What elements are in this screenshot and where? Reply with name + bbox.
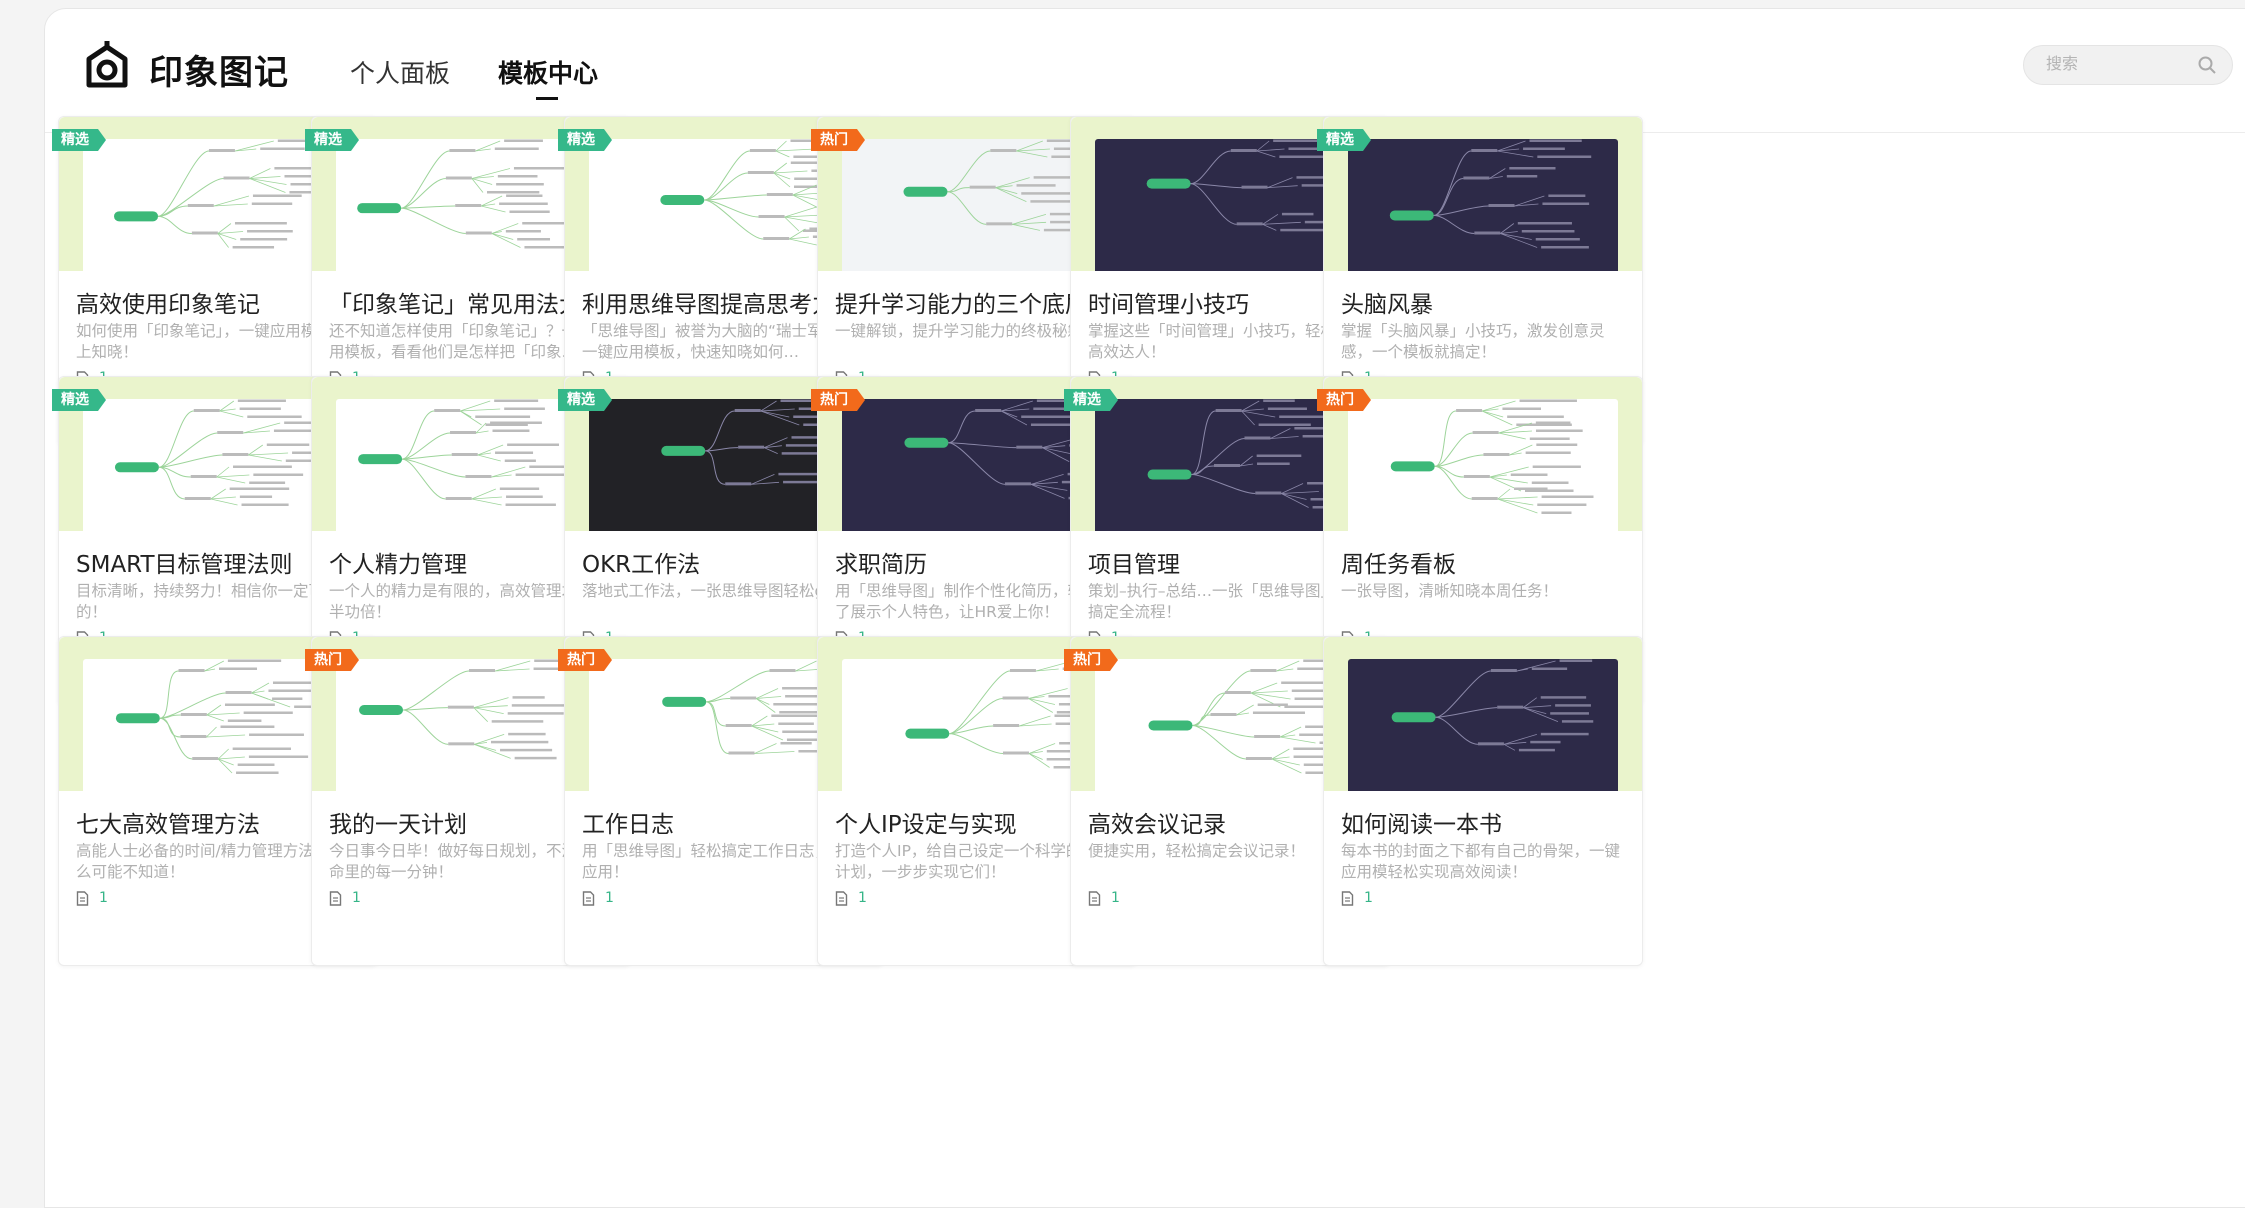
top-header: 印象图记 个人面板 模板中心 [45, 9, 2245, 133]
page-count-value: 1 [858, 890, 867, 906]
template-description: 掌握「头脑风暴」小技巧，激发创意灵感，一个模板就搞定！ [1341, 322, 1605, 361]
template-tag: 精选 [1317, 129, 1371, 151]
template-page-count: 1 [1341, 890, 1373, 906]
template-thumbnail[interactable] [1324, 117, 1642, 271]
app-window: 印象图记 个人面板 模板中心 精选高效使用印象笔记如何使用「印象笔记」，一键应用… [44, 8, 2245, 1208]
template-tag: 精选 [558, 129, 612, 151]
page-count-value: 1 [605, 890, 614, 906]
document-icon [76, 890, 89, 906]
template-title[interactable]: 周任务看板 [1341, 545, 1631, 579]
document-icon [835, 890, 848, 906]
template-tag: 精选 [558, 389, 612, 411]
document-icon [329, 890, 342, 906]
app-brand-name: 印象图记 [149, 53, 289, 93]
template-page-count: 1 [1088, 890, 1120, 906]
template-thumbnail[interactable] [1324, 637, 1642, 791]
template-tag: 精选 [52, 389, 106, 411]
template-page-count: 1 [329, 890, 361, 906]
template-tag: 热门 [1064, 649, 1118, 671]
search-icon[interactable] [2197, 55, 2217, 75]
template-tag: 热门 [811, 129, 865, 151]
template-tag: 精选 [305, 129, 359, 151]
template-tag: 精选 [1064, 389, 1118, 411]
template-tag: 精选 [52, 129, 106, 151]
template-page-count: 1 [835, 890, 867, 906]
document-icon [1341, 890, 1354, 906]
document-icon [1088, 890, 1101, 906]
document-icon [582, 890, 595, 906]
mindmap-preview [1348, 139, 1618, 271]
nav-template-center[interactable]: 模板中心 [498, 54, 598, 100]
template-title[interactable]: 如何阅读一本书 [1341, 805, 1631, 839]
template-tag: 热门 [1317, 389, 1371, 411]
template-page-count: 1 [76, 890, 108, 906]
template-thumbnail[interactable] [1324, 377, 1642, 531]
template-description: 每本书的封面之下都有自己的骨架，一键应用模轻松实现高效阅读！ [1341, 842, 1621, 881]
mindmap-preview [1348, 659, 1618, 791]
page-count-value: 1 [1364, 890, 1373, 906]
template-tag: 热门 [811, 389, 865, 411]
mindmap-preview [1348, 399, 1618, 531]
page-count-value: 1 [99, 890, 108, 906]
app-logo-icon[interactable] [79, 37, 135, 93]
template-title[interactable]: 头脑风暴 [1341, 285, 1631, 319]
template-page-count: 1 [582, 890, 614, 906]
template-description: 一张导图，清晰知晓本周任务！ [1341, 582, 1559, 600]
page-count-value: 1 [1111, 890, 1120, 906]
nav-personal-dashboard[interactable]: 个人面板 [350, 54, 450, 90]
template-card[interactable]: 如何阅读一本书 每本书的封面之下都有自己的骨架，一键应用模轻松实现高效阅读！ 1 [1323, 636, 1643, 966]
template-tag: 热门 [305, 649, 359, 671]
template-tag: 热门 [558, 649, 612, 671]
page-count-value: 1 [352, 890, 361, 906]
